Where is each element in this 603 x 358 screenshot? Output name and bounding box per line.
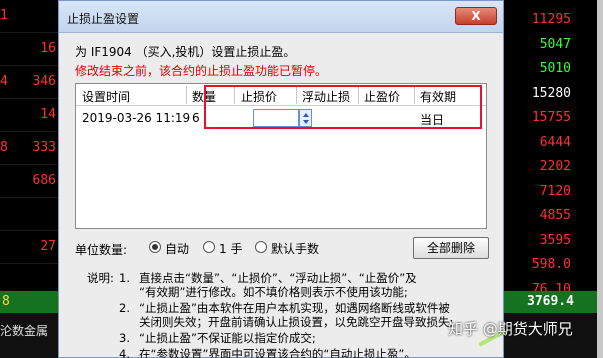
watermark-text: 知乎 @期货大师兄	[448, 320, 573, 338]
note-number: 1.	[119, 271, 130, 285]
price-value: 5047	[539, 36, 571, 52]
cell-qty[interactable]: 6	[192, 111, 200, 125]
price-value: 598.0	[531, 257, 571, 272]
quote-row-left[interactable]: 1	[0, 0, 58, 33]
scrollbar[interactable]	[597, 0, 603, 358]
notes-label: 说明:	[87, 271, 114, 285]
row-value: 14	[40, 107, 56, 122]
dialog-title: 止损止盈设置	[67, 12, 140, 26]
row-value: 686	[32, 173, 56, 188]
note-number: 4.	[119, 347, 130, 358]
quote-row-left[interactable]	[0, 198, 58, 231]
note-number: 3.	[119, 331, 130, 345]
price-value: 4855	[539, 208, 571, 223]
radio-one-lot-label[interactable]: 1 手	[219, 240, 242, 257]
sector-tab[interactable]: 沦数金属	[0, 322, 48, 339]
row-value: 16	[40, 41, 56, 56]
quote-row-left[interactable]: 4 346	[0, 66, 58, 99]
row-value: 27	[40, 239, 56, 254]
row-index: 4	[0, 74, 8, 89]
note-text: 关闭则失效；开盘前请确认止损设置，以免跳空开盘导致损失;	[139, 315, 454, 329]
price-value: 7120	[539, 183, 571, 199]
quote-row-left[interactable]: 16	[0, 33, 58, 66]
highlight-annotation	[204, 85, 482, 129]
quote-row-left[interactable]: 14	[0, 99, 58, 132]
row-index: 1	[0, 8, 8, 23]
radio-auto[interactable]	[149, 241, 161, 253]
price-value: 6444	[539, 134, 571, 150]
quote-row-left[interactable]: 686	[0, 165, 58, 198]
price-value: 5010	[539, 61, 571, 76]
quote-row-left[interactable]: 27	[0, 231, 58, 264]
quote-row-left[interactable]: 8 333	[0, 132, 58, 165]
radio-auto-label[interactable]: 自动	[165, 240, 189, 257]
header-time: 设置时间	[82, 90, 131, 104]
radio-default-lots[interactable]	[255, 241, 267, 253]
contract-info: 为 IF1904 （买入,投机）设置止损止盈。	[75, 45, 296, 59]
note-text: 直接点击“数量”、“止损价”、“浮动止损”、“止盈价”及	[139, 271, 417, 285]
radio-default-lots-label[interactable]: 默认手数	[271, 240, 319, 257]
note-text: 在“参数设置”界面中可设置该合约的“自动止损止盈”。	[139, 347, 416, 358]
price-value: 11295	[531, 12, 571, 27]
price-value: 15755	[531, 110, 571, 125]
cell-time: 2019-03-26 11:19	[82, 111, 191, 125]
dialog-titlebar[interactable]: 止损止盈设置 X	[59, 1, 503, 33]
unit-label: 单位数量:	[75, 243, 128, 257]
stop-loss-dialog: 止损止盈设置 X 为 IF1904 （买入,投机）设置止损止盈。 修改结束之前，…	[58, 0, 507, 358]
stop-loss-table: 设置时间 数量 止损价 浮动止损 止盈价 有效期 2019-03-26 11:1…	[75, 83, 487, 229]
row-value: 333	[32, 140, 56, 155]
close-button[interactable]: X	[455, 7, 497, 25]
note-text: “止损止盈”不保证能以指定价成交;	[139, 331, 316, 345]
note-text: “止损止盈”由本软件在用户本机实现，如遇网络断线或软件被	[139, 301, 450, 315]
warning-text: 修改结束之前，该合约的止损止盈功能已暂停。	[75, 64, 328, 78]
note-number: 2.	[119, 301, 130, 315]
row-index: 8	[2, 294, 10, 309]
row-value: 3769.4	[527, 294, 574, 309]
row-index: 8	[0, 140, 8, 155]
price-value: 2202	[539, 159, 571, 174]
delete-all-button[interactable]: 全部删除	[413, 237, 489, 259]
price-value: 15280	[531, 85, 571, 101]
row-value: 346	[32, 74, 56, 89]
price-value: 3595	[539, 232, 571, 248]
col-divider	[186, 86, 187, 104]
radio-one-lot[interactable]	[203, 241, 215, 253]
note-text: “有效期”进行修改。如不填价格则表示不使用该功能;	[139, 285, 408, 299]
